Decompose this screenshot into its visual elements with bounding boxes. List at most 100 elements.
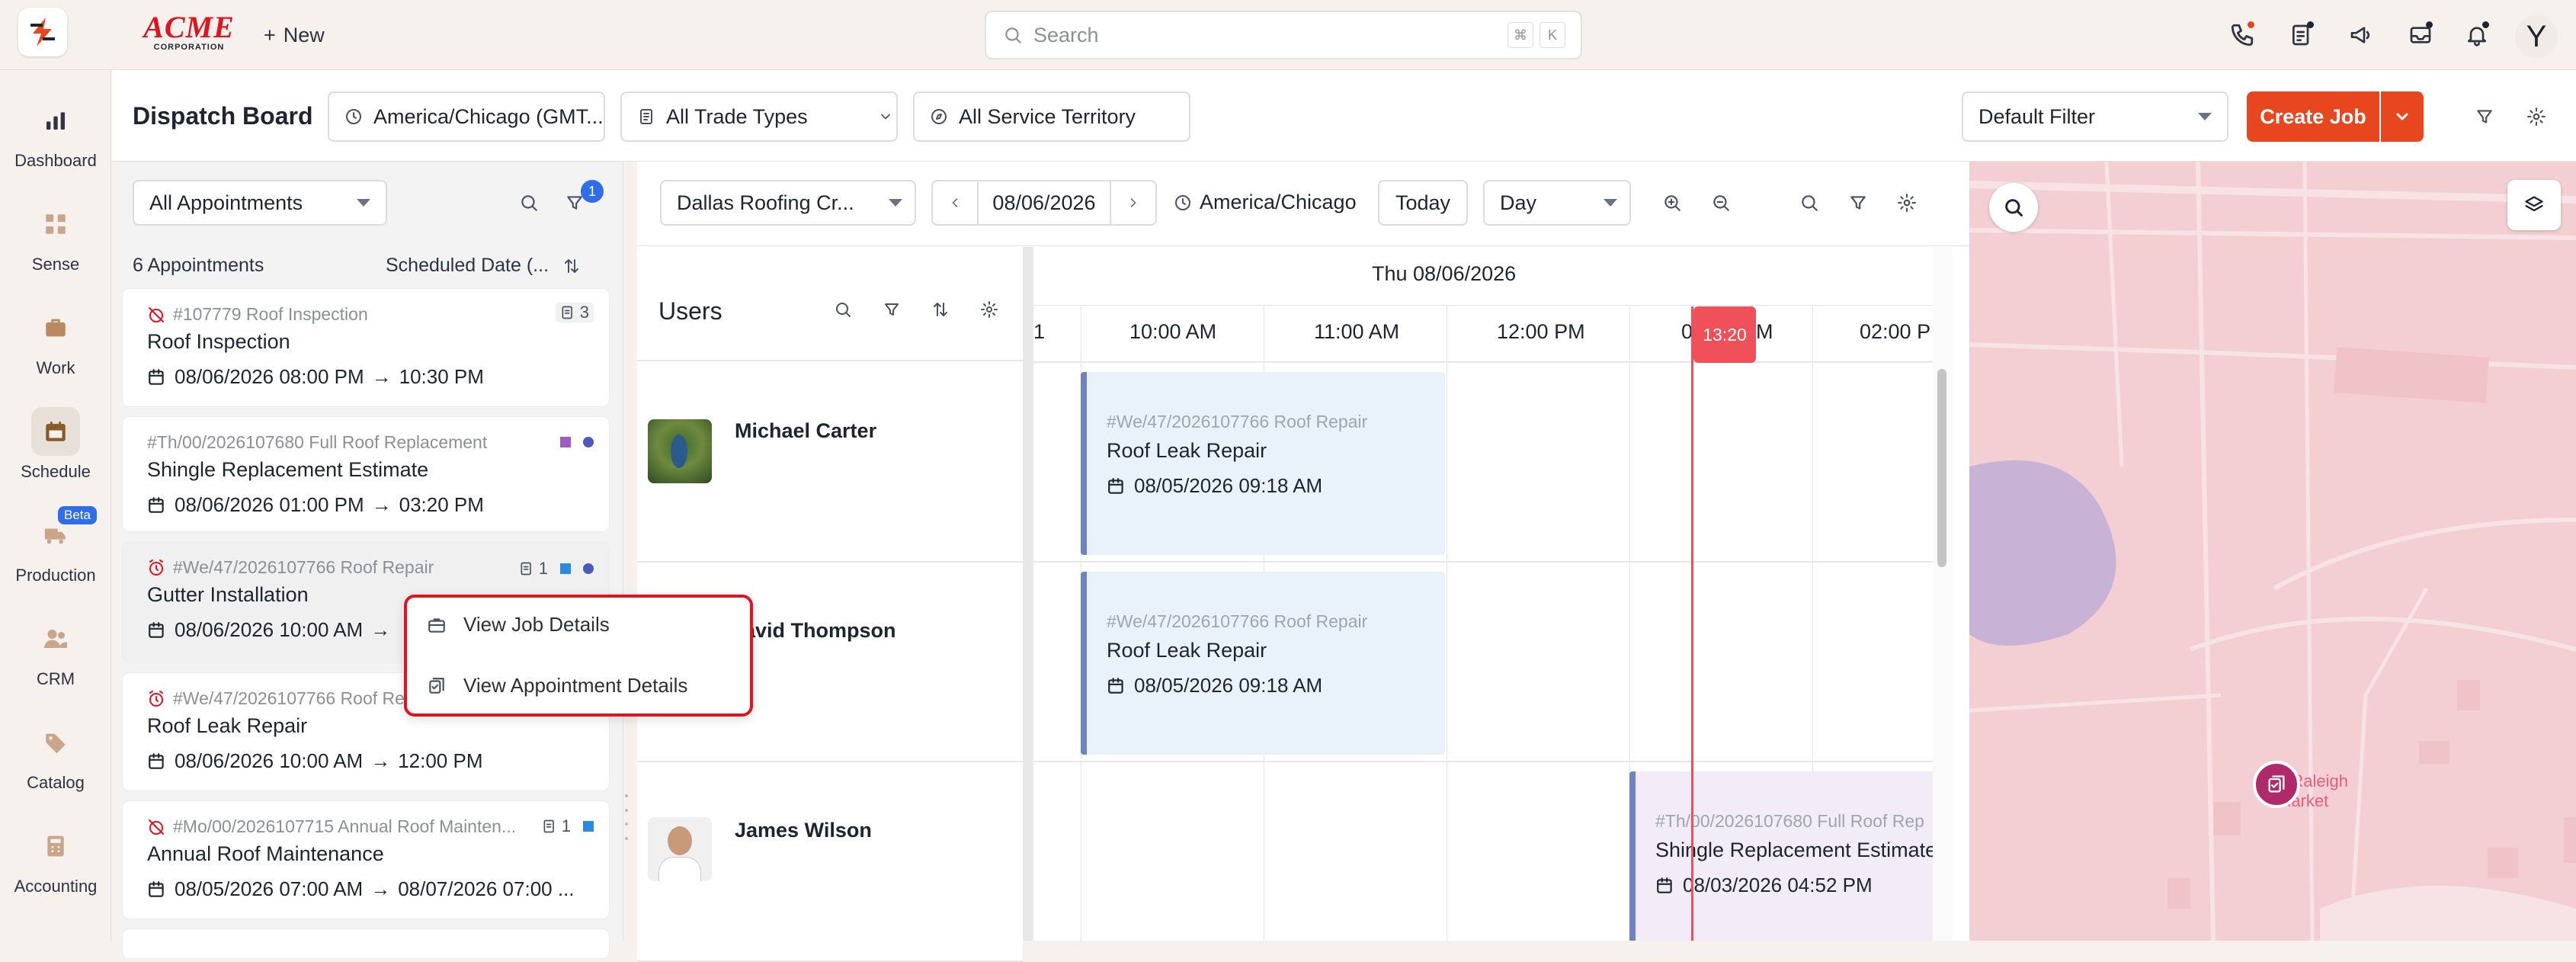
sidebar-item-label: Catalog xyxy=(27,773,85,792)
date-input[interactable]: 08/06/2026 xyxy=(979,191,1110,215)
crew-select[interactable]: Dallas Roofing Cr... xyxy=(660,180,916,226)
status-dot xyxy=(583,563,594,574)
users-header: Users xyxy=(637,247,1023,361)
appointment-card[interactable]: #107779 Roof Inspection 3 Roof Inspectio… xyxy=(122,288,610,407)
clock-icon xyxy=(1174,194,1192,212)
layers-icon xyxy=(2523,194,2545,216)
prev-day-button[interactable] xyxy=(933,181,979,224)
user-row[interactable]: Michael Carter xyxy=(637,363,1023,563)
view-appointment-details-item[interactable]: View Appointment Details xyxy=(427,674,687,697)
sidebar-item-dashboard[interactable]: Dashboard xyxy=(0,96,111,171)
map-marker[interactable] xyxy=(2253,761,2300,808)
search-icon[interactable] xyxy=(825,291,861,328)
settings-icon[interactable] xyxy=(971,291,1008,328)
status-square xyxy=(583,821,594,832)
user-avatar[interactable]: Y xyxy=(2515,15,2558,58)
column-separator[interactable] xyxy=(1023,247,1033,941)
search-icon[interactable] xyxy=(511,184,547,221)
filter-icon[interactable] xyxy=(873,291,910,328)
service-territory-select[interactable]: All Service Territory xyxy=(913,91,1190,142)
create-job-dropdown-button[interactable] xyxy=(2381,91,2424,142)
panel-resize-handle[interactable] xyxy=(623,794,630,840)
zoom-out-icon[interactable] xyxy=(1697,180,1745,226)
sidebar-item-work[interactable]: Work xyxy=(0,303,111,378)
trade-types-select[interactable]: All Trade Types xyxy=(620,91,898,142)
time-label: 12:00 PM xyxy=(1497,320,1585,343)
sidebar-item-sense[interactable]: Sense xyxy=(0,200,111,274)
calendar-clock-icon xyxy=(147,880,167,899)
scrollbar-thumb[interactable] xyxy=(1937,369,1946,567)
bell-icon[interactable] xyxy=(2459,17,2495,53)
sidebar-item-crm[interactable]: CRM xyxy=(0,614,111,689)
sidebar-item-label: Accounting xyxy=(14,877,98,896)
calendar-clock-icon xyxy=(147,367,167,387)
appointments-filter-select[interactable]: All Appointments xyxy=(133,180,387,226)
phone-icon[interactable] xyxy=(2224,17,2260,53)
inbox-icon[interactable] xyxy=(2402,17,2439,53)
appointment-card[interactable]: #Mo/00/2026107715 Annual Roof Mainten...… xyxy=(122,800,610,919)
chevron-down-icon xyxy=(2393,107,2411,126)
sidebar: Dashboard Sense Work Schedule Beta Produ… xyxy=(0,70,111,941)
app-logo-icon[interactable] xyxy=(18,8,67,56)
sidebar-item-label: Dashboard xyxy=(14,151,97,170)
note-icon xyxy=(519,561,534,576)
search-input[interactable]: Search xyxy=(1033,24,1099,47)
user-row[interactable]: James Wilson xyxy=(637,762,1023,962)
timezone-select[interactable]: America/Chicago (GMT... xyxy=(328,91,605,142)
map-panel[interactable]: e Raleigh Market xyxy=(1969,162,2576,941)
zoom-in-icon[interactable] xyxy=(1648,180,1697,226)
dispatch-header: Dispatch Board America/Chicago (GMT... A… xyxy=(111,70,2576,162)
calendar-clock-icon xyxy=(147,752,167,771)
appointment-block[interactable]: #We/47/2026107766 Roof Repair Roof Leak … xyxy=(1081,372,1445,555)
next-day-button[interactable] xyxy=(1110,181,1155,224)
alarm-icon xyxy=(147,690,165,708)
view-job-details-item[interactable]: View Job Details xyxy=(427,613,610,637)
map-layers-button[interactable] xyxy=(2507,180,2561,230)
settings-icon[interactable] xyxy=(1889,184,1925,221)
appointment-block[interactable]: #Th/00/2026107680 Full Roof Rep Shingle … xyxy=(1629,771,1933,941)
sidebar-item-label: CRM xyxy=(36,669,75,688)
search-icon[interactable] xyxy=(1791,184,1828,221)
appointment-card[interactable] xyxy=(122,928,610,959)
users-title: Users xyxy=(658,297,722,325)
default-filter-select[interactable]: Default Filter xyxy=(1962,91,2228,142)
global-search[interactable]: Search ⌘ K xyxy=(985,11,1582,59)
timeline-scrollbar[interactable] xyxy=(1933,247,1953,941)
create-job-button[interactable]: Create Job xyxy=(2247,91,2379,142)
zoom-controls xyxy=(1648,180,1750,226)
tasks-icon[interactable] xyxy=(2283,17,2320,53)
briefcase-icon xyxy=(427,615,447,635)
sidebar-item-catalog[interactable]: Catalog xyxy=(0,718,111,793)
sidebar-item-accounting[interactable]: Accounting xyxy=(0,822,111,896)
timeline: Thu 08/06/2026 1 10:00 AM 11:00 AM 12:00… xyxy=(1033,247,1933,941)
appointment-block[interactable]: #We/47/2026107766 Roof Repair Roof Leak … xyxy=(1081,572,1445,755)
compass-icon xyxy=(930,107,948,126)
time-label: 11:00 AM xyxy=(1314,320,1400,343)
schedule-timezone[interactable]: America/Chicago xyxy=(1174,191,1357,214)
calendar-clock-icon xyxy=(1107,676,1126,696)
megaphone-icon[interactable] xyxy=(2343,17,2379,53)
sort-select[interactable]: Scheduled Date (... xyxy=(386,255,581,277)
settings-icon[interactable] xyxy=(2518,98,2555,135)
sidebar-item-production[interactable]: Beta Production xyxy=(0,506,111,585)
filter-icon[interactable] xyxy=(1840,184,1876,221)
sidebar-item-schedule[interactable]: Schedule xyxy=(0,407,111,482)
users-icon xyxy=(31,614,80,663)
company-logo: ACME CORPORATION xyxy=(143,10,235,53)
new-button[interactable]: + New xyxy=(264,20,325,50)
appointment-card[interactable]: #Th/00/2026107680 Full Roof Replacement … xyxy=(122,416,610,532)
sort-icon[interactable] xyxy=(922,291,959,328)
notes-count: 3 xyxy=(555,303,594,322)
toolbar-divider xyxy=(637,245,1969,246)
calendar-clock-icon xyxy=(1655,876,1675,896)
briefcase-icon xyxy=(31,303,80,352)
context-menu: View Job Details View Appointment Detail… xyxy=(404,595,753,717)
map-search-button[interactable] xyxy=(1989,183,2038,232)
time-label: M xyxy=(1756,320,1773,343)
page-title: Dispatch Board xyxy=(133,102,313,130)
caret-down-icon xyxy=(889,199,902,207)
view-select[interactable]: Day xyxy=(1483,180,1631,226)
filter-icon[interactable] xyxy=(2466,98,2503,135)
filter-count-badge: 1 xyxy=(581,180,604,203)
today-button[interactable]: Today xyxy=(1378,180,1468,226)
